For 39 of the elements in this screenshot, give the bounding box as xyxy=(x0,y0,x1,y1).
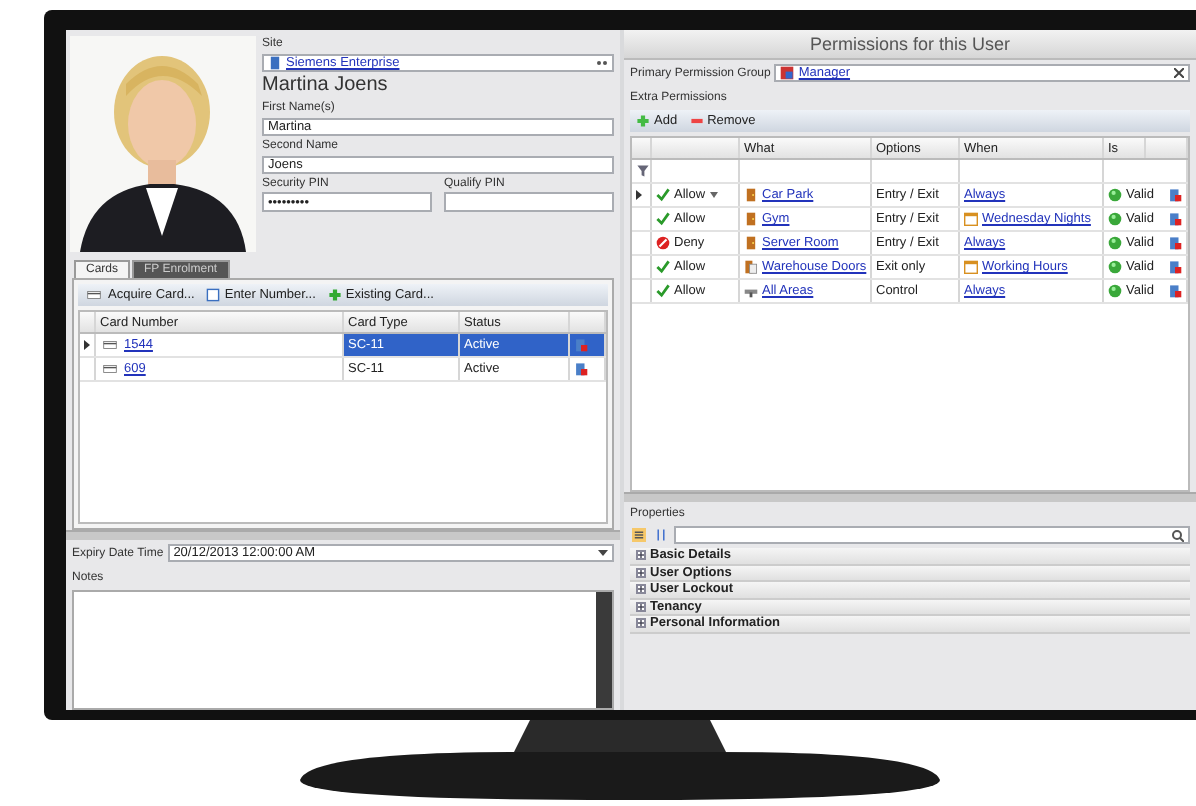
scrollbar[interactable] xyxy=(596,592,612,708)
plus-icon xyxy=(636,114,650,128)
calendar-icon xyxy=(964,212,978,226)
plus-icon xyxy=(327,288,342,302)
calendar-icon xyxy=(964,260,978,274)
valid-icon xyxy=(1108,188,1122,202)
valid-icon xyxy=(1108,212,1122,226)
expand-icon[interactable] xyxy=(636,584,646,595)
expand-icon[interactable] xyxy=(636,618,646,629)
valid-icon xyxy=(1108,260,1122,274)
minus-icon xyxy=(689,114,704,128)
search-icon[interactable] xyxy=(1172,529,1184,541)
expand-icon[interactable] xyxy=(636,567,646,578)
property-search-field[interactable] xyxy=(674,526,1190,544)
expand-icon[interactable] xyxy=(636,550,646,561)
panel-title: Permissions for this User xyxy=(624,30,1196,60)
reader-icon xyxy=(744,284,758,298)
valid-icon xyxy=(1108,236,1122,250)
person-name: Martina Joens xyxy=(262,74,390,98)
door-icon xyxy=(744,212,758,226)
dropdown-caret-icon[interactable] xyxy=(598,550,608,556)
row-pointer-icon xyxy=(84,340,90,350)
row-pointer-icon xyxy=(636,190,642,200)
categorized-icon xyxy=(630,528,648,542)
card-icon xyxy=(100,362,120,376)
clear-icon[interactable] xyxy=(1174,68,1184,78)
card-icon xyxy=(84,288,104,302)
deny-icon xyxy=(656,236,670,250)
door-icon xyxy=(744,260,758,274)
dropdown-caret-icon[interactable] xyxy=(709,192,718,198)
door-icon xyxy=(744,188,758,202)
notes-field[interactable] xyxy=(72,590,614,710)
door-icon xyxy=(744,236,758,250)
more-icon[interactable] xyxy=(596,60,608,66)
expand-icon[interactable] xyxy=(636,601,646,612)
valid-icon xyxy=(1108,284,1122,298)
qualify-pin-field[interactable] xyxy=(444,192,614,212)
card-icon xyxy=(100,338,120,352)
filter-icon xyxy=(636,164,650,178)
